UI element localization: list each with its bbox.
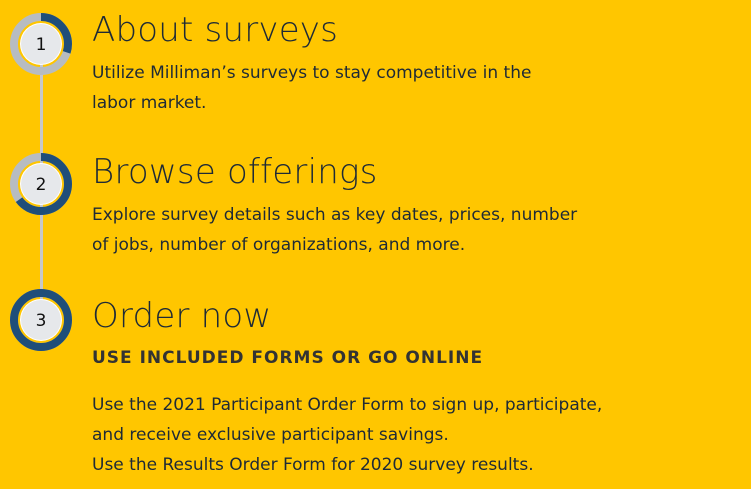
step-1-description-line-1: Utilize Milliman’s surveys to stay compe… — [92, 63, 532, 83]
step-2-number: 2 — [36, 175, 47, 195]
step-1-title: About surveys — [92, 10, 339, 50]
step-1-description-line-2: labor market. — [92, 93, 207, 113]
step-2-description-line-2: of jobs, number of organizations, and mo… — [92, 235, 466, 255]
step-1-number: 1 — [36, 35, 47, 55]
step-2-badge: 2 — [9, 152, 73, 216]
step-3-badge: 3 — [9, 288, 73, 352]
step-3-description-line-2: and receive exclusive participant saving… — [92, 425, 449, 445]
step-2-title: Browse offerings — [92, 152, 378, 192]
step-3-title: Order now — [92, 296, 272, 336]
step-3-number: 3 — [36, 311, 47, 331]
step-2-description-line-1: Explore survey details such as key dates… — [92, 205, 578, 225]
step-3-description-line-3: Use the Results Order Form for 2020 surv… — [92, 455, 534, 475]
step-1-badge: 1 — [9, 12, 73, 76]
step-3-description-line-1: Use the 2021 Participant Order Form to s… — [92, 395, 603, 415]
step-3-subtitle: USE INCLUDED FORMS OR GO ONLINE — [92, 348, 484, 368]
